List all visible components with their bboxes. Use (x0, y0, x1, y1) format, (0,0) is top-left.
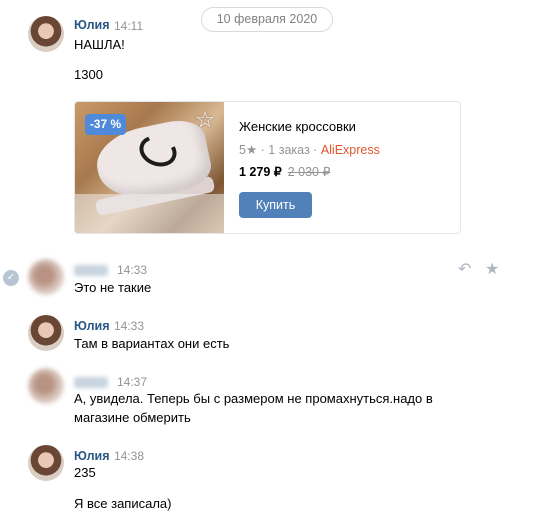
author-name[interactable]: Юлия (74, 319, 110, 333)
product-meta: 5★ · 1 заказ · AliExpress (239, 142, 380, 157)
message-time[interactable]: 14:33 (117, 263, 147, 277)
product-image[interactable]: -37 % ☆ (75, 102, 224, 233)
message-text: Это не такие (74, 280, 152, 295)
product-rating: 5 (239, 143, 246, 157)
message-text: А, увидела. Теперь бы с размером не пром… (74, 391, 433, 406)
avatar[interactable] (28, 16, 64, 52)
product-price: 1 279 ₽ 2 030 ₽ (239, 164, 330, 179)
avatar[interactable] (28, 315, 64, 351)
discount-badge: -37 % (85, 114, 126, 135)
message-time[interactable]: 14:33 (114, 319, 144, 333)
product-title[interactable]: Женские кроссовки (239, 119, 356, 134)
avatar[interactable] (28, 259, 64, 295)
product-card[interactable]: -37 % ☆ Женские кроссовки 5★ · 1 заказ ·… (74, 101, 461, 234)
message-text: 1300 (74, 67, 103, 82)
old-price: 2 030 ₽ (287, 165, 331, 179)
author-name[interactable]: Юлия (74, 449, 110, 463)
message-time[interactable]: 14:37 (117, 375, 147, 389)
buy-button[interactable]: Купить (239, 192, 312, 218)
message-text: 235 (74, 465, 96, 480)
message-text: Там в вариантах они есть (74, 336, 230, 351)
author-name-hidden[interactable] (74, 265, 108, 276)
avatar[interactable] (28, 368, 64, 404)
author-name[interactable]: Юлия (74, 18, 110, 32)
avatar[interactable] (28, 445, 64, 481)
author-name-hidden[interactable] (74, 377, 108, 388)
message-text: Я все записала) (74, 496, 172, 511)
wrapping-paper-shape (75, 194, 224, 233)
date-divider: 10 февраля 2020 (201, 7, 333, 32)
current-price: 1 279 ₽ (239, 165, 282, 179)
rating-star-icon: ★ (245, 143, 258, 157)
message-text: НАШЛА! (74, 37, 125, 52)
star-icon[interactable]: ★ (485, 262, 499, 278)
product-orders: · 1 заказ · (260, 143, 318, 157)
message-text: магазине обмерить (74, 410, 191, 425)
reply-icon[interactable]: ↶ (458, 262, 471, 278)
store-name: AliExpress (320, 143, 380, 157)
message-time[interactable]: 14:38 (114, 449, 144, 463)
star-icon[interactable]: ☆ (193, 108, 217, 132)
check-icon[interactable]: ✓ (3, 270, 19, 286)
message-time[interactable]: 14:11 (114, 19, 143, 33)
